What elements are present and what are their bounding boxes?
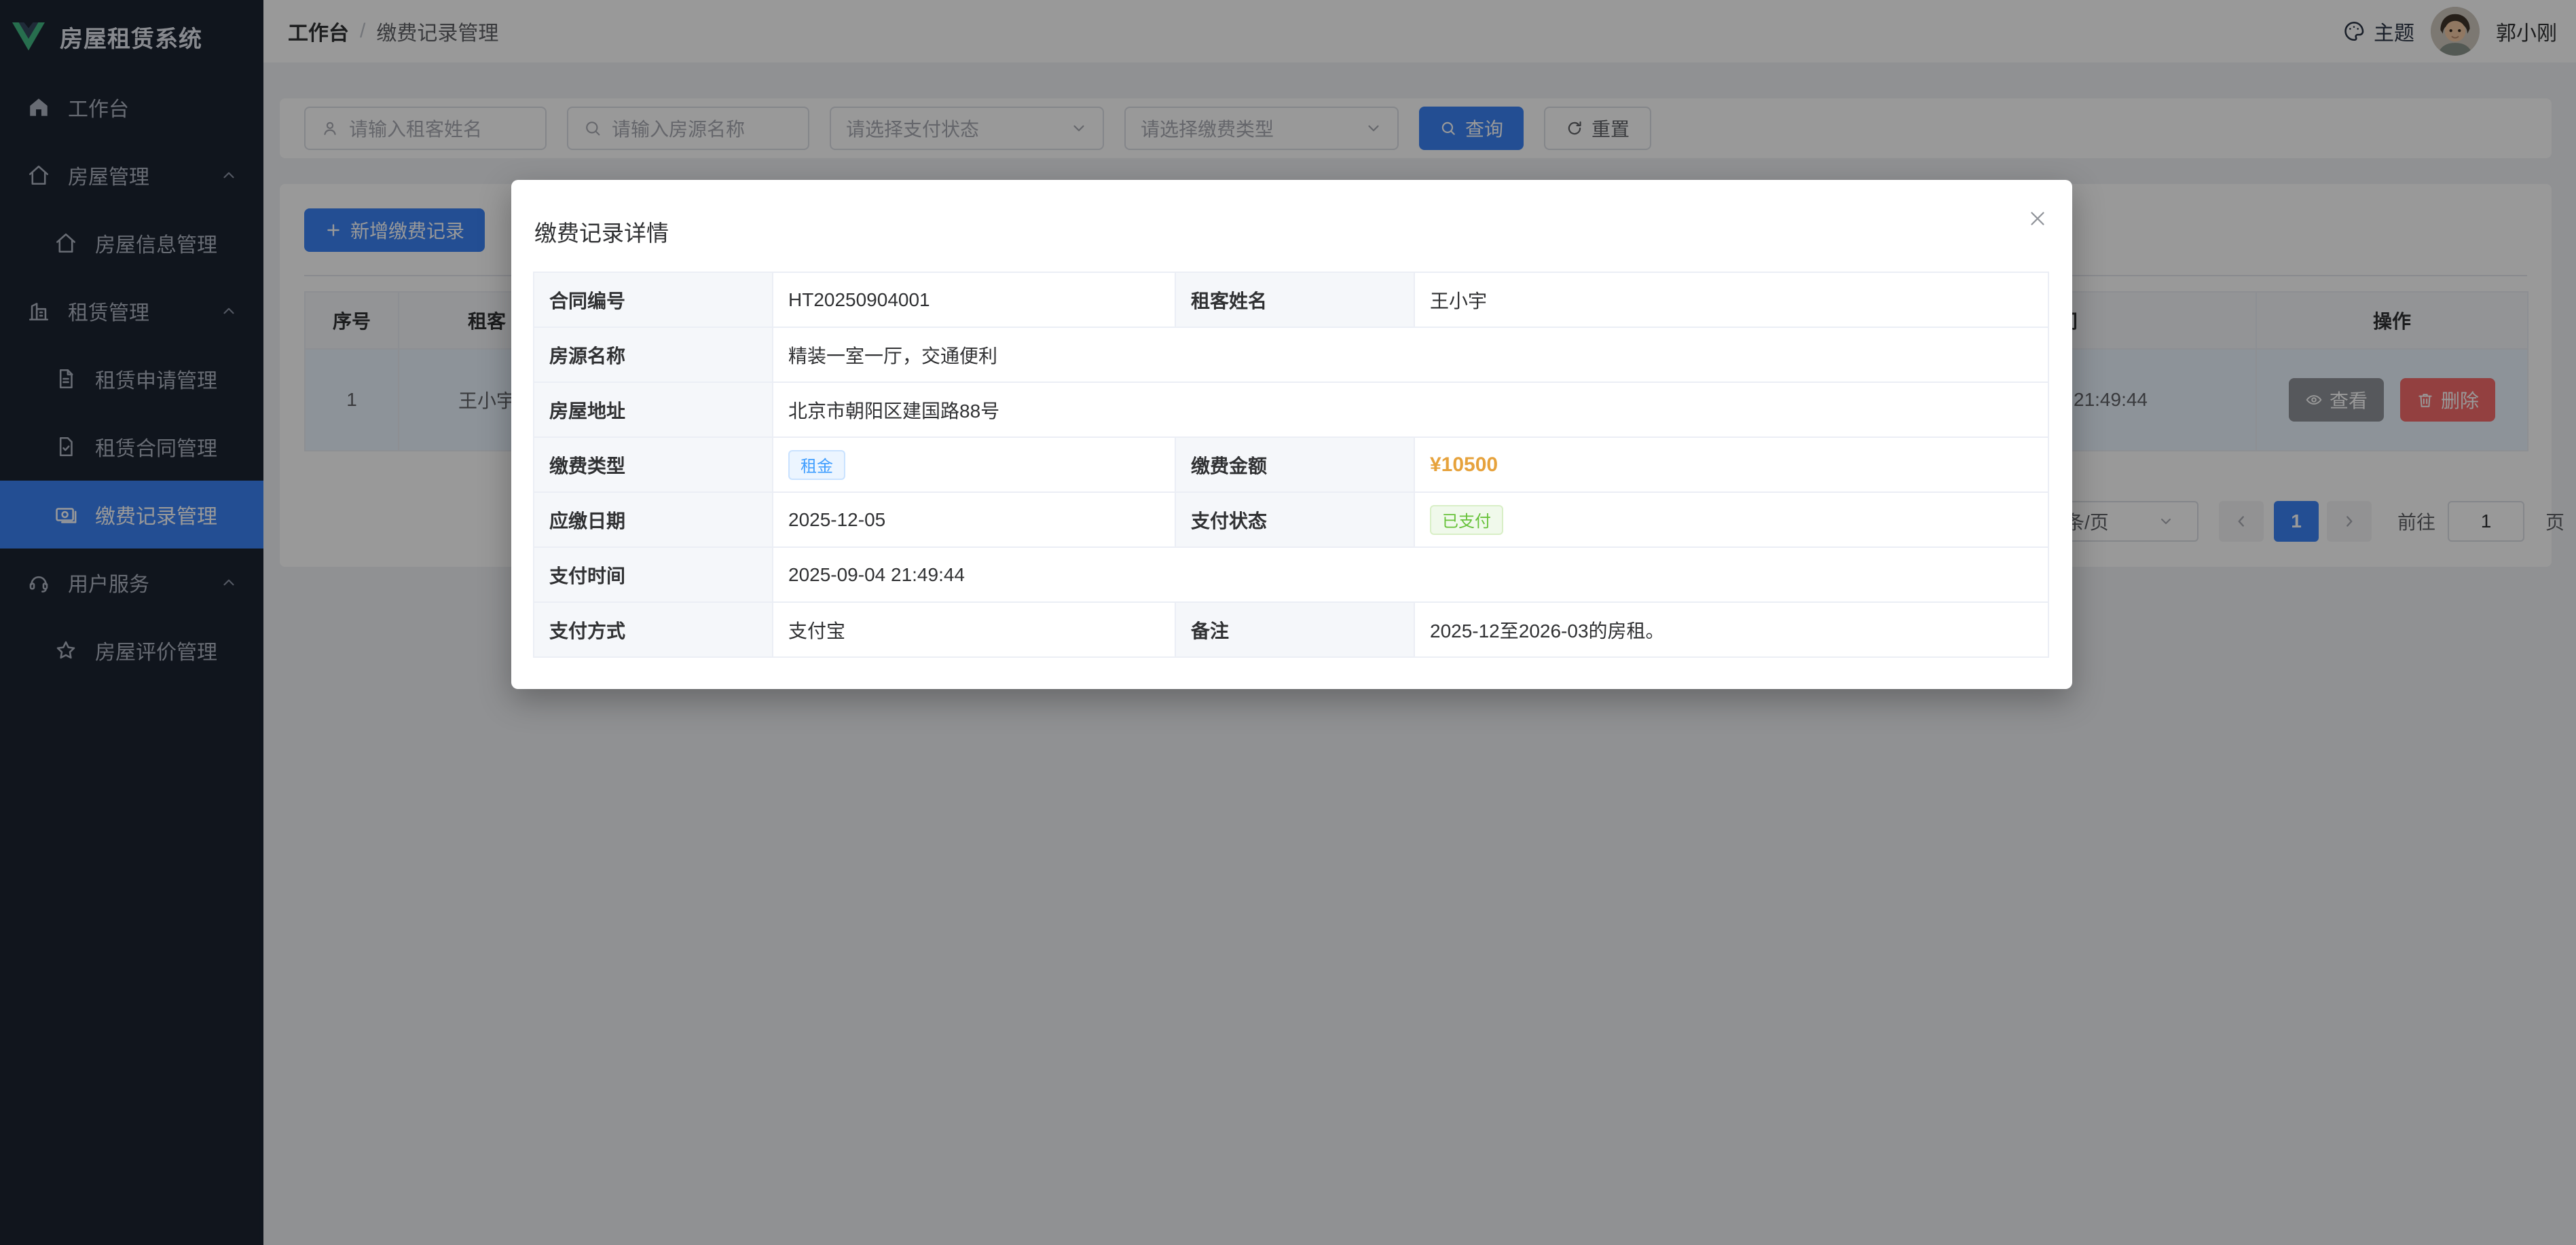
detail-label: 房源名称 <box>534 328 773 383</box>
detail-label: 合同编号 <box>534 273 773 328</box>
contract-number-value: HT20250904001 <box>773 273 1176 328</box>
fee-type-value: 租金 <box>773 438 1176 493</box>
close-icon[interactable] <box>2026 207 2049 230</box>
detail-row: 应缴日期 2025-12-05 支付状态 已支付 <box>534 493 2049 548</box>
tenant-name-value: 王小宇 <box>1415 273 2049 328</box>
payment-detail-table: 合同编号 HT20250904001 租客姓名 王小宇 房源名称 精装一室一厅，… <box>533 272 2049 658</box>
house-address-value: 北京市朝阳区建国路88号 <box>773 383 2049 438</box>
due-date-value: 2025-12-05 <box>773 493 1176 548</box>
detail-row: 缴费类型 租金 缴费金额 ¥10500 <box>534 438 2049 493</box>
pay-status-tag: 已支付 <box>1430 505 1503 535</box>
amount-text: ¥10500 <box>1430 453 1498 477</box>
detail-label: 缴费金额 <box>1176 438 1415 493</box>
detail-row: 房屋地址 北京市朝阳区建国路88号 <box>534 383 2049 438</box>
detail-label: 支付方式 <box>534 603 773 658</box>
house-name-value: 精装一室一厅，交通便利 <box>773 328 2049 383</box>
pay-time-value: 2025-09-04 21:49:44 <box>773 548 2049 603</box>
detail-label: 应缴日期 <box>534 493 773 548</box>
remark-value: 2025-12至2026-03的房租。 <box>1415 603 2049 658</box>
detail-label: 备注 <box>1176 603 1415 658</box>
amount-value: ¥10500 <box>1415 438 2049 493</box>
detail-label: 支付状态 <box>1176 493 1415 548</box>
detail-row: 房源名称 精装一室一厅，交通便利 <box>534 328 2049 383</box>
pay-status-value: 已支付 <box>1415 493 2049 548</box>
detail-row: 支付方式 支付宝 备注 2025-12至2026-03的房租。 <box>534 603 2049 658</box>
detail-row: 支付时间 2025-09-04 21:49:44 <box>534 548 2049 603</box>
detail-label: 支付时间 <box>534 548 773 603</box>
fee-type-tag: 租金 <box>788 450 845 480</box>
detail-label: 缴费类型 <box>534 438 773 493</box>
pay-method-value: 支付宝 <box>773 603 1176 658</box>
detail-row: 合同编号 HT20250904001 租客姓名 王小宇 <box>534 273 2049 328</box>
payment-detail-modal: 缴费记录详情 合同编号 HT20250904001 租客姓名 王小宇 房源名称 … <box>511 180 2072 689</box>
detail-label: 房屋地址 <box>534 383 773 438</box>
modal-title: 缴费记录详情 <box>534 215 669 248</box>
detail-label: 租客姓名 <box>1176 273 1415 328</box>
